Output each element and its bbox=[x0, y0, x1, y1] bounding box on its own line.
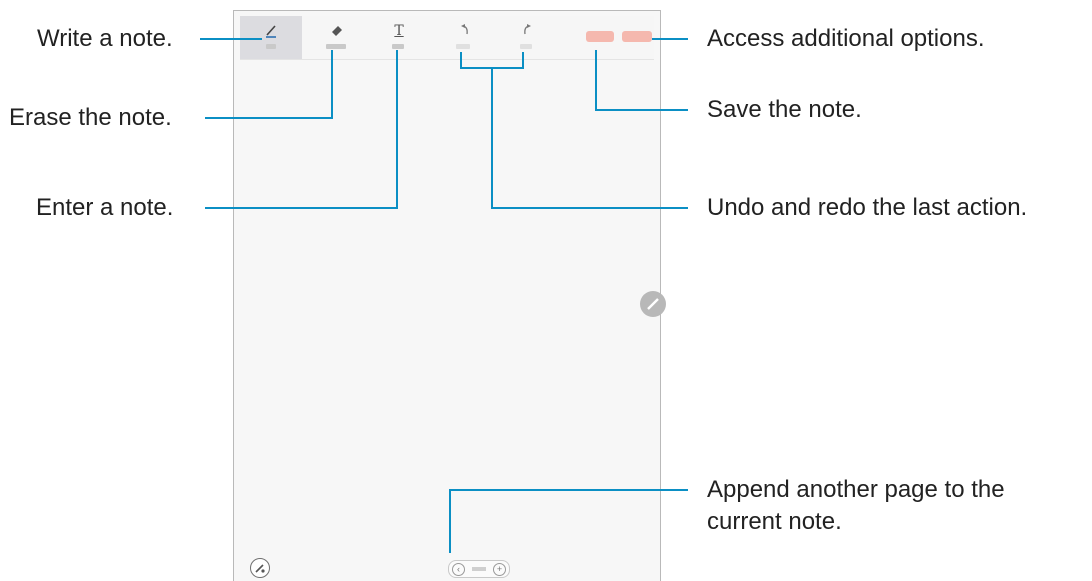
text-icon: T bbox=[394, 23, 404, 39]
previous-page-icon[interactable]: ‹ bbox=[452, 563, 465, 576]
more-button[interactable] bbox=[622, 31, 652, 42]
text-tool-button[interactable]: T bbox=[368, 16, 430, 59]
append-page-callout-line2: current note. bbox=[707, 508, 842, 535]
more-options-callout: Access additional options. bbox=[707, 25, 985, 52]
pen-icon bbox=[240, 23, 302, 42]
redo-button[interactable] bbox=[496, 16, 558, 59]
pen-settings-button[interactable] bbox=[250, 558, 270, 578]
page-navigator: ‹ + bbox=[448, 560, 510, 578]
edit-fab-button[interactable] bbox=[640, 291, 666, 317]
pen-settings-icon bbox=[255, 564, 265, 573]
add-page-icon[interactable]: + bbox=[493, 563, 506, 576]
undo-button[interactable] bbox=[434, 16, 496, 59]
save-callout: Save the note. bbox=[707, 96, 862, 123]
note-toolbar: T bbox=[240, 16, 654, 60]
write-callout: Write a note. bbox=[37, 25, 173, 52]
undo-icon bbox=[434, 23, 496, 40]
undo-redo-callout: Undo and redo the last action. bbox=[707, 194, 1028, 221]
pencil-icon bbox=[647, 298, 659, 310]
write-tool-button[interactable] bbox=[240, 16, 302, 59]
erase-callout: Erase the note. bbox=[9, 104, 172, 131]
enter-callout: Enter a note. bbox=[36, 194, 174, 221]
save-button[interactable] bbox=[586, 31, 614, 42]
eraser-tool-button[interactable] bbox=[306, 16, 368, 59]
device-screen: T ‹ + bbox=[233, 10, 666, 581]
eraser-icon bbox=[306, 23, 368, 40]
page-indicator bbox=[472, 567, 486, 571]
append-page-callout-line1: Append another page to the bbox=[707, 476, 1005, 503]
manual-figure: T ‹ + Write a note. Erase the note. Ente… bbox=[0, 0, 1092, 581]
redo-icon bbox=[496, 23, 558, 40]
